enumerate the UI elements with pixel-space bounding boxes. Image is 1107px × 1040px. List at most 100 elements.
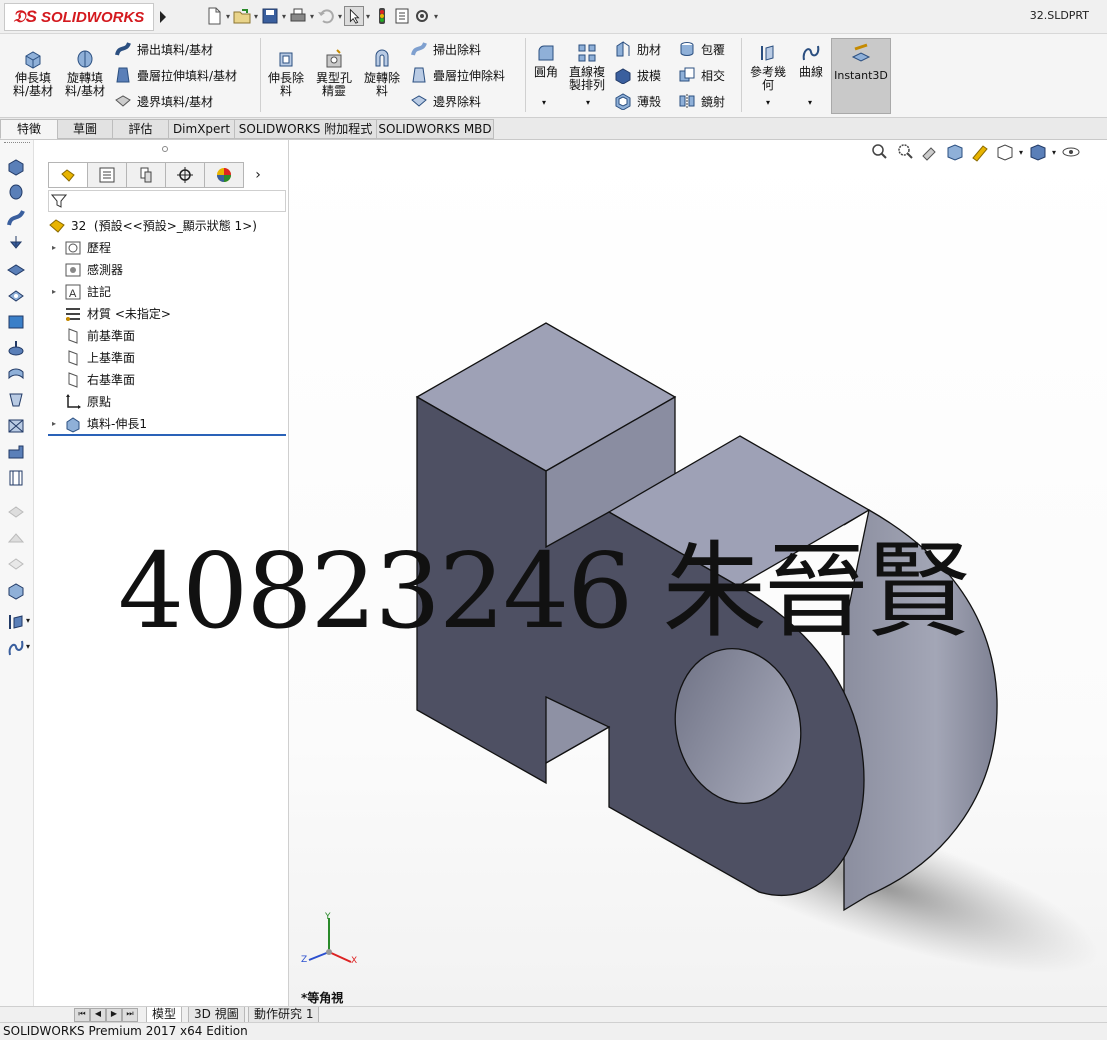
select-cursor-icon[interactable] — [344, 6, 364, 26]
sweep-boss-icon[interactable] — [6, 208, 26, 228]
loft-boss-button[interactable]: 疊層拉伸填料/基材 — [114, 65, 237, 85]
revolve-cut-icon[interactable] — [6, 338, 26, 358]
toolbar-grip[interactable] — [4, 142, 30, 145]
tree-filter-box[interactable] — [48, 190, 286, 212]
wrap-button[interactable]: 包覆 — [678, 39, 725, 59]
instant3d-button[interactable]: Instant3D — [831, 38, 891, 114]
tab-features[interactable]: 特徵 — [0, 119, 58, 139]
boundary-cut-icon[interactable] — [6, 416, 26, 436]
pattern-dropdown-icon[interactable]: ▾ — [580, 96, 596, 109]
fillet-button[interactable]: 圓角 — [530, 42, 562, 79]
loft-boss-icon[interactable] — [6, 234, 26, 254]
curves-button[interactable]: 曲線 — [794, 42, 828, 79]
revolve-boss-button[interactable]: 旋轉填 料/基材 — [62, 48, 108, 98]
tab-display-manager[interactable] — [204, 162, 244, 188]
tab-addins[interactable]: SOLIDWORKS 附加程式 — [234, 119, 377, 139]
tree-item-sensors[interactable]: 感測器 — [64, 259, 123, 280]
draft-button[interactable]: 拔模 — [614, 65, 661, 85]
sweep-cut-button[interactable]: 掃出除料 — [410, 39, 481, 59]
tree-root-part[interactable]: 32 (預設<<預設>_顯示狀態 1>) — [48, 215, 257, 236]
tab-3d-views[interactable]: 3D 視圖 — [188, 1007, 245, 1023]
save-icon[interactable] — [260, 6, 280, 26]
intersect-button[interactable]: 相交 — [678, 65, 725, 85]
sweep-cut-icon[interactable] — [6, 364, 26, 384]
tree-item-annotations[interactable]: ▸ A 註記 — [52, 281, 111, 302]
expand-arrow-icon[interactable]: ▸ — [52, 287, 64, 296]
save-dropdown-icon[interactable]: ▾ — [280, 12, 288, 21]
print-icon[interactable] — [288, 6, 308, 26]
file-properties-icon[interactable] — [392, 6, 412, 26]
extrude-cut-button[interactable]: 伸長除 料 — [264, 48, 308, 98]
tab-evaluate[interactable]: 評估 — [112, 119, 169, 139]
tabs-scroll-right-icon[interactable]: › — [243, 162, 273, 188]
tree-item-boss-extrude1[interactable]: ▸ 填料-伸長1 — [52, 413, 147, 434]
undo-dropdown-icon[interactable]: ▾ — [336, 12, 344, 21]
solidworks-logo[interactable]: 𝔇S SOLIDWORKS — [4, 3, 154, 31]
curves-dropdown-icon[interactable]: ▾ — [26, 642, 30, 651]
filter-funnel-icon[interactable] — [51, 193, 67, 209]
rib-icon[interactable] — [6, 468, 26, 488]
select-dropdown-icon[interactable]: ▾ — [364, 12, 372, 21]
revolve-boss-icon[interactable] — [6, 182, 26, 202]
scroll-prev-icon[interactable]: ◀ — [90, 1008, 106, 1022]
tab-dimxpert[interactable]: DimXpert — [168, 119, 235, 139]
undo-icon[interactable] — [316, 6, 336, 26]
tree-item-material[interactable]: 材質 <未指定> — [64, 303, 171, 324]
linear-pattern-button[interactable]: 直線複 製排列 — [566, 42, 608, 92]
loft-cut-icon[interactable] — [6, 390, 26, 410]
tree-item-origin[interactable]: 原點 — [64, 391, 111, 412]
new-dropdown-icon[interactable]: ▾ — [224, 12, 232, 21]
rebuild-traffic-light-icon[interactable] — [372, 6, 392, 26]
tab-dimxpert-manager[interactable] — [165, 162, 205, 188]
tab-sketch[interactable]: 草圖 — [57, 119, 113, 139]
panel-grip[interactable] — [162, 146, 168, 152]
combine-icon[interactable] — [6, 580, 26, 600]
boundary-boss-icon[interactable] — [6, 260, 26, 280]
tree-item-front-plane[interactable]: 前基準面 — [64, 325, 135, 346]
open-folder-icon[interactable] — [232, 6, 252, 26]
print-dropdown-icon[interactable]: ▾ — [308, 12, 316, 21]
options-dropdown-icon[interactable]: ▾ — [432, 12, 440, 21]
fillet-dropdown-icon[interactable]: ▾ — [536, 96, 552, 109]
tab-scroll-buttons[interactable]: ⏮ ◀ ▶ ⏭ — [74, 1008, 138, 1022]
tab-motion-study[interactable]: 動作研究 1 — [248, 1007, 320, 1023]
loft-cut-button[interactable]: 疊層拉伸除料 — [410, 65, 505, 85]
tree-item-right-plane[interactable]: 右基準面 — [64, 369, 135, 390]
shell-button[interactable]: 薄殼 — [614, 91, 661, 111]
curves-dropdown-icon[interactable]: ▾ — [802, 96, 818, 109]
mirror-button[interactable]: 鏡射 — [678, 91, 725, 111]
extrude-boss-icon[interactable] — [6, 156, 26, 176]
expand-arrow-icon[interactable]: ▸ — [52, 243, 64, 252]
boundary-cut-button[interactable]: 邊界除料 — [410, 91, 481, 111]
expand-arrow-icon[interactable]: ▸ — [52, 419, 64, 428]
curves-icon[interactable] — [6, 638, 26, 658]
reference-dropdown-icon[interactable]: ▾ — [760, 96, 776, 109]
tab-mbd[interactable]: SOLIDWORKS MBD — [376, 119, 494, 139]
tree-item-history[interactable]: ▸ 歷程 — [52, 237, 111, 258]
revolve-cut-button[interactable]: 旋轉除 料 — [360, 48, 404, 98]
rollback-bar[interactable] — [48, 434, 286, 436]
tab-feature-tree[interactable] — [48, 162, 88, 188]
scroll-first-icon[interactable]: ⏮ — [74, 1008, 90, 1022]
reference-dropdown-icon[interactable]: ▾ — [26, 616, 30, 625]
reference-geometry-icon[interactable] — [6, 612, 26, 632]
tab-configuration-manager[interactable] — [126, 162, 166, 188]
new-document-icon[interactable] — [204, 6, 224, 26]
surface-icon[interactable] — [6, 312, 26, 332]
tree-item-top-plane[interactable]: 上基準面 — [64, 347, 135, 368]
scroll-next-icon[interactable]: ▶ — [106, 1008, 122, 1022]
open-dropdown-icon[interactable]: ▾ — [252, 12, 260, 21]
scroll-last-icon[interactable]: ⏭ — [122, 1008, 138, 1022]
fillet-icon[interactable] — [6, 442, 26, 462]
tab-property-manager[interactable] — [87, 162, 127, 188]
options-gear-icon[interactable] — [412, 6, 432, 26]
boundary-boss-button[interactable]: 邊界填料/基材 — [114, 91, 213, 111]
tab-model[interactable]: 模型 — [146, 1007, 183, 1023]
menu-expand-icon[interactable] — [158, 8, 168, 26]
rib-button[interactable]: 肋材 — [614, 39, 661, 59]
reference-geometry-button[interactable]: 參考幾 何 — [746, 42, 790, 92]
hole-wizard-button[interactable]: 異型孔 精靈 — [312, 48, 356, 98]
extrude-cut-icon[interactable] — [6, 286, 26, 306]
sweep-boss-button[interactable]: 掃出填料/基材 — [114, 39, 213, 59]
extrude-boss-button[interactable]: 伸長填 料/基材 — [10, 48, 56, 98]
